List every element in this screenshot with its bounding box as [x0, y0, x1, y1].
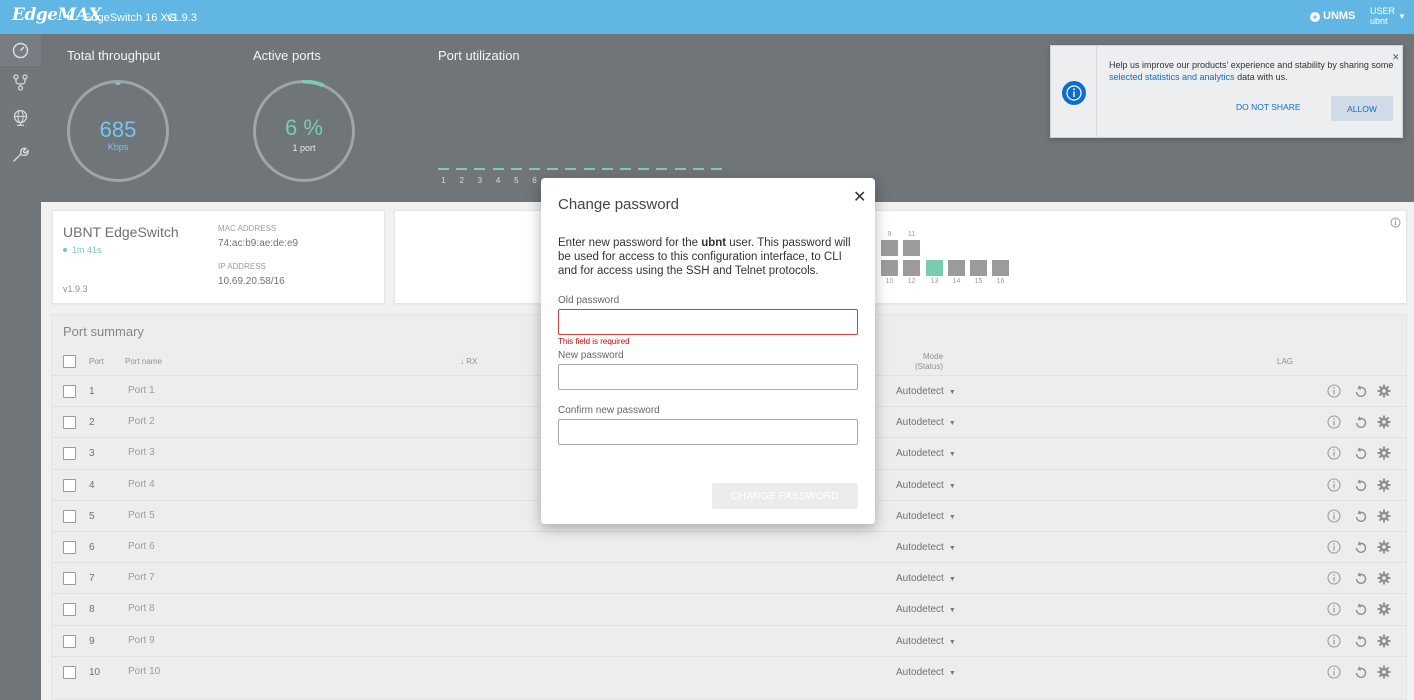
toast-message: Help us improve our products' experience…: [1109, 59, 1394, 83]
close-icon[interactable]: ✕: [853, 187, 866, 207]
toast-close-icon[interactable]: ✕: [1392, 52, 1400, 63]
old-password-label: Old password: [558, 295, 620, 306]
toast-icon-area: [1051, 46, 1097, 137]
change-password-dialog: Change password ✕ Enter new password for…: [541, 178, 875, 524]
allow-button[interactable]: ALLOW: [1331, 96, 1393, 121]
analytics-consent-toast: Help us improve our products' experience…: [1050, 45, 1403, 138]
info-icon: [1062, 81, 1086, 105]
new-password-field[interactable]: [558, 364, 858, 390]
dialog-description: Enter new password for the ubnt user. Th…: [558, 236, 863, 278]
analytics-link[interactable]: selected statistics and analytics: [1109, 72, 1235, 82]
old-password-field[interactable]: [558, 309, 858, 335]
desc-before: Enter new password for the: [558, 237, 702, 249]
change-password-button[interactable]: CHANGE PASSWORD: [712, 483, 858, 509]
do-not-share-button[interactable]: DO NOT SHARE: [1236, 102, 1301, 112]
toast-text-after: data with us.: [1234, 72, 1288, 82]
desc-user: ubnt: [701, 237, 727, 249]
confirm-password-field[interactable]: [558, 419, 858, 445]
toast-text-before: Help us improve our products' experience…: [1109, 60, 1394, 70]
confirm-password-label: Confirm new password: [558, 405, 660, 416]
new-password-label: New password: [558, 350, 624, 361]
old-password-error: This field is required: [558, 337, 630, 346]
dialog-title: Change password: [558, 196, 679, 213]
